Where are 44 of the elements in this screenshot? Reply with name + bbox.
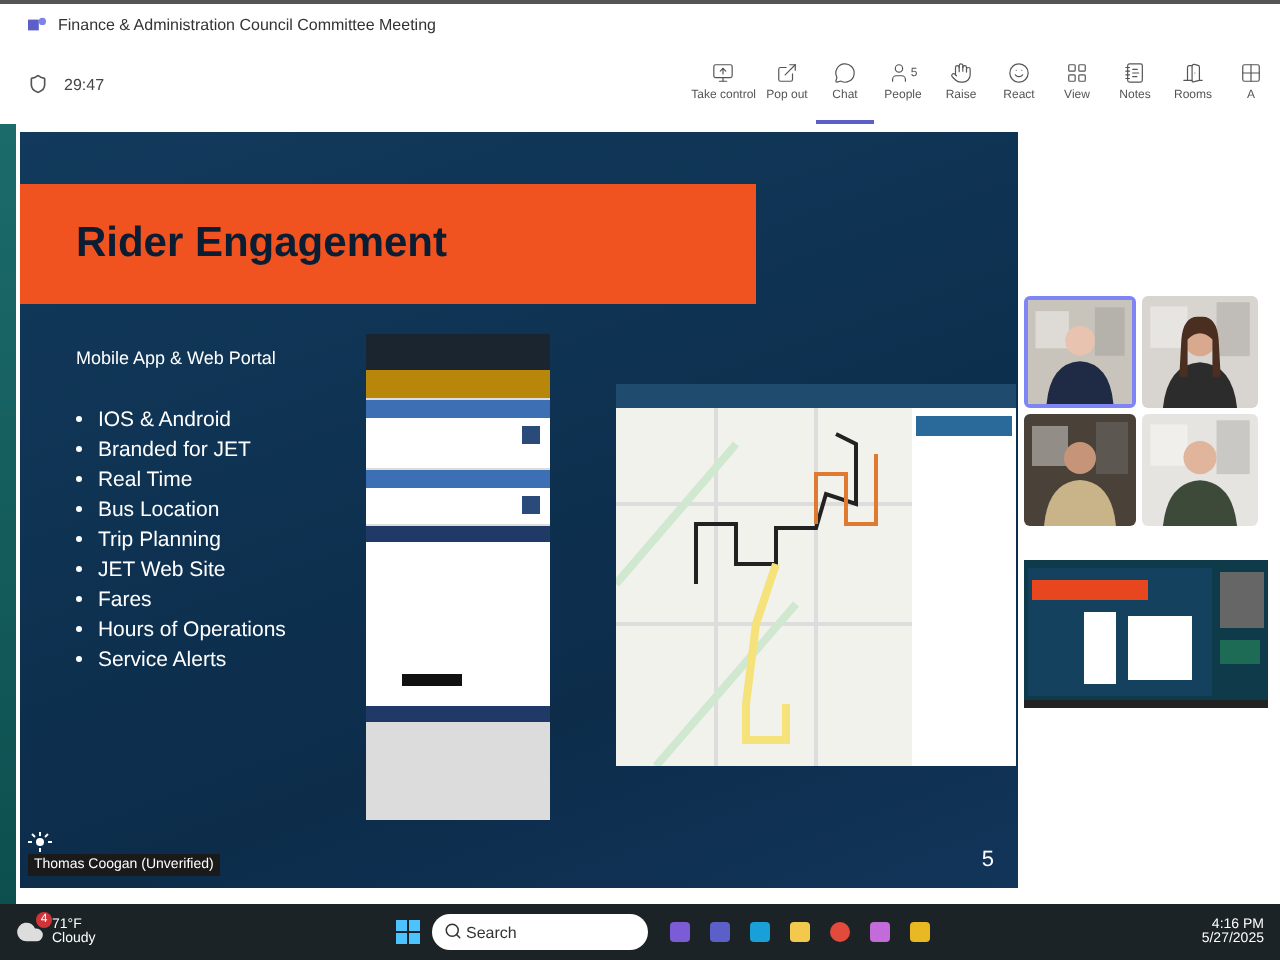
bullet-item: Service Alerts	[97, 647, 227, 671]
bullet-item: Branded for JET	[97, 437, 251, 461]
smiley-icon	[1008, 62, 1030, 84]
person-icon	[888, 62, 911, 84]
bullet-icon	[75, 506, 82, 512]
shield-icon	[28, 74, 48, 94]
door-icon	[1182, 62, 1204, 84]
bullet-icon	[75, 476, 82, 482]
bullet-icon	[75, 596, 82, 602]
grid-icon	[1066, 62, 1088, 84]
app-icon[interactable]	[868, 920, 892, 944]
apps-icon	[1240, 62, 1262, 84]
bullet-item: Trip Planning	[97, 527, 221, 551]
bullet-icon	[75, 446, 82, 452]
start-icon[interactable]	[396, 920, 420, 944]
notes-icon	[1124, 62, 1146, 84]
window-title: Finance & Administration Council Committee Meeting	[58, 15, 436, 33]
meeting-timer: 29:47	[64, 75, 105, 93]
weather-icon	[16, 918, 44, 946]
search-field[interactable]: Search	[432, 914, 648, 950]
bullet-icon	[75, 536, 82, 542]
hand-icon	[950, 62, 972, 84]
bullet-icon	[75, 416, 82, 422]
teams-logo-icon	[28, 15, 46, 33]
app-icon[interactable]	[788, 920, 812, 944]
bullet-icon	[75, 566, 82, 572]
app-icon[interactable]	[748, 920, 772, 944]
bullet-item: JET Web Site	[97, 557, 226, 581]
app-icon[interactable]	[908, 920, 932, 944]
slide-title: Rider Engagement	[75, 220, 447, 268]
bullet-item: Bus Location	[97, 497, 220, 521]
slide-subtitle: Mobile App & Web Portal	[75, 348, 278, 368]
chat-icon	[834, 62, 856, 84]
page-number: 5	[981, 848, 994, 872]
bullet-item: IOS & Android	[97, 407, 231, 431]
pop-out-icon	[776, 62, 798, 84]
bullet-item: Fares	[97, 587, 152, 611]
logo-icon	[27, 832, 52, 852]
bullet-item: Hours of Operations	[97, 617, 286, 641]
bullet-item: Real Time	[97, 467, 193, 491]
search-icon	[444, 922, 462, 940]
bullet-icon	[75, 656, 82, 662]
screen-share-icon	[712, 62, 735, 84]
bullet-icon	[75, 626, 82, 632]
